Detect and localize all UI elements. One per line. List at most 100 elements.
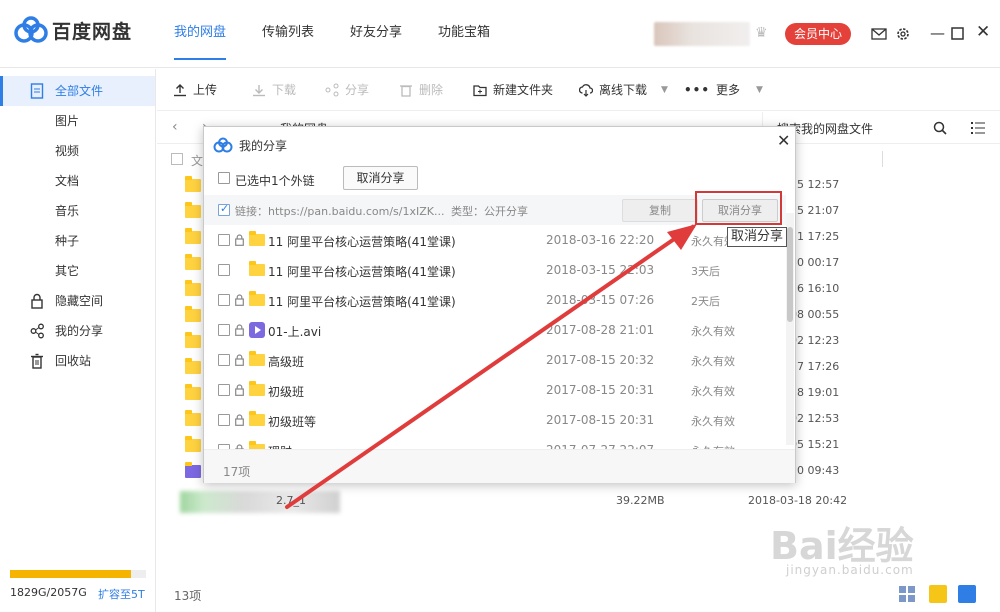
sidebar-item-other[interactable]: 其它 <box>0 256 155 286</box>
sidebar-item-label: 其它 <box>55 264 80 278</box>
mail-icon[interactable] <box>871 26 887 42</box>
selection-row: 已选中1个外链 取消分享 <box>204 163 795 193</box>
upload-button[interactable]: 上传 <box>173 81 217 98</box>
bulb-icon[interactable] <box>929 585 947 603</box>
new-folder-button[interactable]: 新建文件夹 <box>473 81 553 98</box>
back-arrow-icon[interactable]: ‹ <box>172 119 178 135</box>
sidebar-item-images[interactable]: 图片 <box>0 106 155 136</box>
row-checkbox[interactable] <box>218 264 230 276</box>
select-all-checkbox[interactable] <box>171 153 183 165</box>
share-name[interactable]: 11 阿里平台核心运营策略(41堂课) <box>268 233 456 250</box>
folder-icon <box>185 202 201 218</box>
blurred-file-name <box>180 491 340 513</box>
column-name-header[interactable]: 文 <box>191 152 203 169</box>
more-button[interactable]: ••• 更多 ▼ <box>684 81 763 98</box>
share-list-item[interactable]: 11 阿里平台核心运营策略(41堂课) 2018-03-16 22:20 永久有效 <box>204 225 786 255</box>
share-icon <box>325 83 339 96</box>
gear-icon[interactable] <box>895 26 911 42</box>
new-folder-label: 新建文件夹 <box>493 83 554 97</box>
share-name[interactable]: 初级班 <box>268 383 304 400</box>
vip-center-button[interactable]: 会员中心 <box>785 23 851 45</box>
tab-my-disk[interactable]: 我的网盘 <box>174 0 227 60</box>
share-list-item[interactable]: 初级班等 2017-08-15 20:31 永久有效 <box>204 405 786 435</box>
share-validity: 永久有效 <box>691 385 735 398</box>
folder-icon <box>249 231 265 246</box>
link-checkbox[interactable] <box>218 202 230 216</box>
folder-icon <box>249 291 265 306</box>
copy-button[interactable]: 复制 <box>622 199 698 222</box>
share-validity: 2天后 <box>691 295 720 308</box>
share-list-item[interactable]: 初级班 2017-08-15 20:31 永久有效 <box>204 375 786 405</box>
row-checkbox[interactable] <box>218 294 230 306</box>
share-validity: 永久有效 <box>691 415 735 428</box>
tab-toolbox[interactable]: 功能宝箱 <box>438 0 490 68</box>
minimize-button[interactable]: — <box>930 24 945 42</box>
folder-icon <box>249 261 265 276</box>
share-count: 17项 <box>223 465 251 479</box>
file-date: 25 12:57 <box>790 178 840 191</box>
file-size: 39.22MB <box>616 494 665 507</box>
share-list-item[interactable]: 11 阿里平台核心运营策略(41堂课) 2018-03-15 07:26 2天后 <box>204 285 786 315</box>
sidebar-item-all-files[interactable]: 全部文件 <box>0 76 155 106</box>
row-checkbox[interactable] <box>218 234 230 246</box>
row-checkbox[interactable] <box>218 354 230 366</box>
user-avatar-blurred[interactable] <box>654 22 750 46</box>
maximize-button[interactable] <box>951 27 964 40</box>
share-name[interactable]: 01-上.avi <box>268 323 321 340</box>
share-list-item[interactable]: 高级班 2017-08-15 20:32 永久有效 <box>204 345 786 375</box>
upload-label: 上传 <box>193 83 218 97</box>
trash-icon <box>400 84 412 97</box>
video-icon <box>185 462 201 478</box>
share-label: 分享 <box>345 83 370 97</box>
close-button[interactable]: ✕ <box>976 22 990 42</box>
file-date: 30 00:17 <box>790 256 840 269</box>
cancel-share-button[interactable]: 取消分享 <box>343 166 418 190</box>
download-button[interactable]: 下载 <box>252 81 296 98</box>
sidebar-item-torrents[interactable]: 种子 <box>0 226 155 256</box>
dialog-footer: 17项 <box>204 449 795 483</box>
share-link[interactable]: 链接：https://pan.baidu.com/s/1xIZK... <box>235 203 444 219</box>
row-checkbox[interactable] <box>218 384 230 396</box>
select-all-checkbox[interactable] <box>218 172 230 184</box>
sidebar: 全部文件 图片 视频 文档 音乐 种子 其它 隐藏空间 我的分享 回收站 182… <box>0 69 156 612</box>
sidebar-item-recycle-bin[interactable]: 回收站 <box>0 346 155 376</box>
sidebar-item-my-share[interactable]: 我的分享 <box>0 316 155 346</box>
folder-icon <box>249 411 265 426</box>
expand-capacity-link[interactable]: 扩容至5T <box>98 586 145 602</box>
chevron-down-icon[interactable]: ▼ <box>756 85 763 95</box>
offline-download-label: 离线下载 <box>599 83 648 97</box>
scrollbar-thumb[interactable] <box>787 227 793 322</box>
delete-button[interactable]: 删除 <box>399 81 443 98</box>
sidebar-item-label: 图片 <box>55 114 80 128</box>
close-icon[interactable]: ✕ <box>777 131 790 150</box>
sidebar-item-docs[interactable]: 文档 <box>0 166 155 196</box>
share-button[interactable]: 分享 <box>325 81 369 98</box>
scrollbar[interactable] <box>786 213 794 445</box>
sidebar-item-music[interactable]: 音乐 <box>0 196 155 226</box>
lock-icon[interactable] <box>958 585 976 603</box>
chevron-down-icon[interactable]: ▼ <box>661 85 668 95</box>
sidebar-item-hidden-space[interactable]: 隐藏空间 <box>0 286 155 316</box>
upload-icon <box>174 83 186 96</box>
lock-icon <box>235 414 244 426</box>
share-name[interactable]: 11 阿里平台核心运营策略(41堂课) <box>268 293 456 310</box>
sidebar-item-videos[interactable]: 视频 <box>0 136 155 166</box>
offline-download-button[interactable]: 离线下载 ▼ <box>579 81 668 98</box>
search-icon[interactable] <box>933 121 947 135</box>
grid-view-icon[interactable] <box>898 585 916 603</box>
row-checkbox[interactable] <box>218 414 230 426</box>
share-name[interactable]: 初级班等 <box>268 413 316 430</box>
app-logo[interactable]: 百度网盘 <box>14 16 132 44</box>
list-view-icon[interactable] <box>971 122 985 134</box>
row-checkbox[interactable] <box>218 324 230 336</box>
more-label: 更多 <box>716 83 741 97</box>
tab-transfer-list[interactable]: 传输列表 <box>262 0 314 68</box>
folder-icon <box>249 351 265 366</box>
tab-friend-share[interactable]: 好友分享 <box>350 0 402 68</box>
share-name[interactable]: 11 阿里平台核心运营策略(41堂课) <box>268 263 456 280</box>
file-date: 05 15:21 <box>790 438 840 451</box>
share-name[interactable]: 高级班 <box>268 353 304 370</box>
share-list-item[interactable]: 11 阿里平台核心运营策略(41堂课) 2018-03-15 22:03 3天后 <box>204 255 786 285</box>
sidebar-item-label: 视频 <box>55 144 80 158</box>
share-list-item[interactable]: 01-上.avi 2017-08-28 21:01 永久有效 <box>204 315 786 345</box>
